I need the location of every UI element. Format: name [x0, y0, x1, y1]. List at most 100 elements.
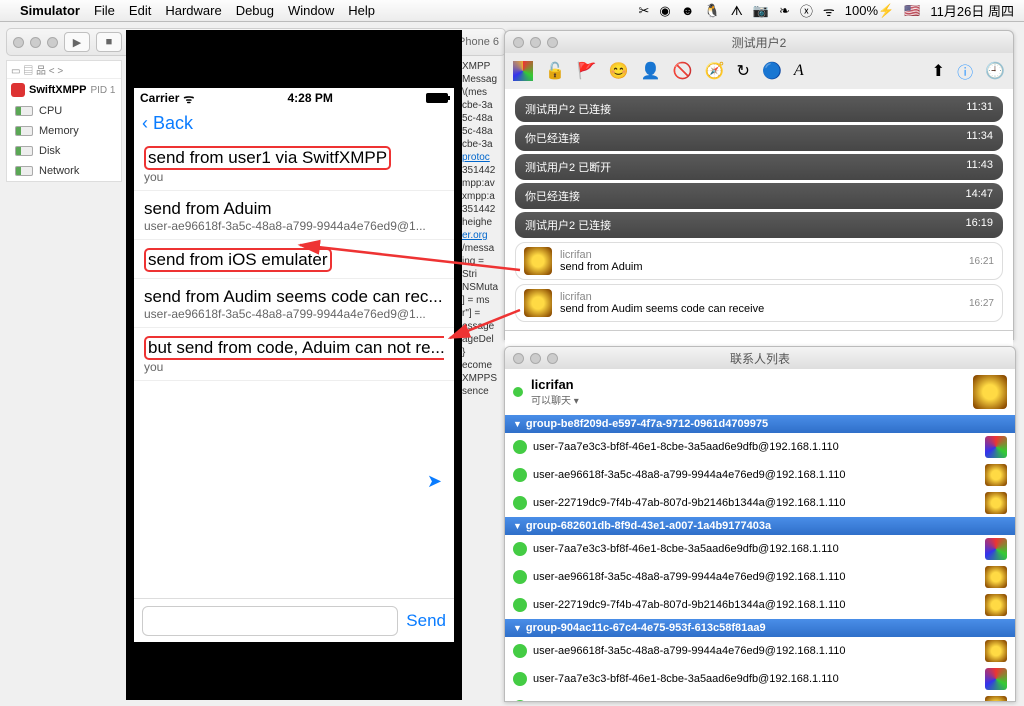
chat-bubble[interactable]: licrifansend from Audim seems code can r…	[515, 284, 1003, 322]
window-titlebar[interactable]: 联系人列表	[505, 347, 1015, 369]
camera-icon[interactable]: 📷	[753, 3, 769, 19]
status-row: 你已经连接11:34	[515, 125, 1003, 151]
qq-icon[interactable]: 🐧	[704, 3, 720, 19]
battery-icon	[426, 93, 448, 103]
avatar[interactable]	[973, 375, 1007, 409]
contact-row[interactable]: user-7aa7e3c3-bf8f-46e1-8cbe-3a5aad6e9df…	[505, 433, 1015, 461]
upload-icon[interactable]: ⬆	[932, 61, 945, 81]
group-header[interactable]: group-682601db-8f9d-43e1-a007-1a4b917740…	[505, 517, 1015, 535]
lock-icon[interactable]: 🔓	[545, 61, 565, 81]
circle-icon[interactable]: ⓧ	[800, 1, 813, 20]
avatar	[985, 640, 1007, 662]
color-icon[interactable]: 🔵	[762, 61, 782, 81]
status-row: 测试用户2 已连接16:19	[515, 212, 1003, 238]
group-header[interactable]: group-904ac11c-67c4-4e75-953f-613c58f81a…	[505, 619, 1015, 637]
flag-icon[interactable]: 🚩	[577, 61, 597, 81]
nav-memory[interactable]: Memory	[7, 121, 121, 141]
send-plane-icon[interactable]: ➤	[427, 471, 442, 492]
refresh-icon[interactable]: ↻	[737, 61, 750, 81]
message-input[interactable]	[142, 606, 398, 636]
menu-hardware[interactable]: Hardware	[165, 3, 221, 18]
status-row: 测试用户2 已连接11:31	[515, 96, 1003, 122]
user-icon[interactable]: 👤	[641, 61, 661, 81]
menu-debug[interactable]: Debug	[236, 3, 274, 18]
history-icon[interactable]: 🕘	[985, 61, 1005, 81]
evernote-icon[interactable]: ❧	[779, 3, 790, 19]
contact-row[interactable]: user-ae96618f-3a5c-48a8-a799-9944a4e76ed…	[505, 461, 1015, 489]
network-meter-icon	[15, 166, 33, 176]
traffic-lights[interactable]	[513, 37, 558, 48]
contact-row[interactable]: user-7aa7e3c3-bf8f-46e1-8cbe-3a5aad6e9df…	[505, 665, 1015, 693]
block-icon[interactable]: 🚫	[673, 61, 693, 81]
sim-screen: Carrier ᯤ 4:28 PM ‹ Back send from user1…	[134, 88, 454, 642]
chat-bubble-icon	[513, 440, 527, 454]
chat-bubble[interactable]: licrifansend from Aduim16:21	[515, 242, 1003, 280]
adium-duck-icon[interactable]	[513, 61, 533, 81]
chat-bubble-icon	[513, 598, 527, 612]
status-row: 你已经连接14:47	[515, 183, 1003, 209]
menu-edit[interactable]: Edit	[129, 3, 151, 18]
contact-header: licrifan 可以聊天 ▾	[505, 369, 1015, 415]
nav-network[interactable]: Network	[7, 161, 121, 181]
adium-toolbar: 🔓 🚩 😊 👤 🚫 🧭 ↻ 🔵 A ⬆ ⓘ 🕘	[505, 53, 1013, 89]
clock[interactable]: 11月26日 周四	[930, 1, 1014, 20]
nav-disk[interactable]: Disk	[7, 141, 121, 161]
contact-row[interactable]: user-22719dc9-7f4b-47ab-807d-9b2146b1344…	[505, 489, 1015, 517]
info-icon[interactable]: ⓘ	[957, 59, 973, 83]
carrier-label: Carrier	[140, 91, 179, 105]
safari-icon[interactable]: 🧭	[705, 61, 725, 81]
contact-row[interactable]: user-22719dc9-7f4b-47ab-807d-9b2146b1344…	[505, 693, 1015, 702]
webcam-icon[interactable]: ◉	[659, 3, 670, 19]
chat-bubble-icon	[513, 468, 527, 482]
wifi-icon[interactable]: ᯤ	[823, 2, 835, 20]
tab-fragment: iPhone 6	[456, 36, 499, 48]
traffic-lights[interactable]	[513, 353, 558, 364]
avatar	[524, 289, 552, 317]
disk-meter-icon	[15, 146, 33, 156]
message-item[interactable]: send from iOS emulater	[134, 240, 454, 279]
nav-app-title[interactable]: SwiftXMPP PID 1	[7, 79, 121, 101]
message-item[interactable]: send from Audim seems code can rec...use…	[134, 279, 454, 328]
up-icon[interactable]: ᗑ	[731, 3, 743, 19]
contact-row[interactable]: user-ae96618f-3a5c-48a8-a799-9944a4e76ed…	[505, 637, 1015, 665]
contact-row[interactable]: user-22719dc9-7f4b-47ab-807d-9b2146b1344…	[505, 591, 1015, 619]
window-titlebar[interactable]: 测试用户2	[505, 31, 1013, 53]
avatar	[985, 566, 1007, 588]
back-button[interactable]: ‹ Back	[142, 113, 193, 134]
flag-icon[interactable]: 🇺🇸	[904, 3, 920, 19]
chat-body[interactable]: 测试用户2 已连接11:31你已经连接11:34测试用户2 已断开11:43你已…	[505, 89, 1013, 330]
ios-time: 4:28 PM	[287, 91, 332, 105]
send-button[interactable]: Send	[406, 611, 446, 631]
message-item[interactable]: send from Aduimuser-ae96618f-3a5c-48a8-a…	[134, 191, 454, 240]
contact-row[interactable]: user-7aa7e3c3-bf8f-46e1-8cbe-3a5aad6e9df…	[505, 535, 1015, 563]
chat-bubble-icon	[513, 542, 527, 556]
run-button[interactable]: ▶	[64, 32, 90, 52]
contact-row[interactable]: user-ae96618f-3a5c-48a8-a799-9944a4e76ed…	[505, 563, 1015, 591]
stop-button[interactable]: ■	[96, 32, 122, 52]
avatar	[985, 696, 1007, 702]
menu-help[interactable]: Help	[348, 3, 375, 18]
my-status[interactable]: 可以聊天 ▾	[531, 392, 579, 407]
contact-list[interactable]: group-be8f209d-e597-4f7a-9712-0961d47099…	[505, 415, 1015, 702]
menu-app[interactable]: Simulator	[20, 3, 80, 18]
message-item[interactable]: but send from code, Aduim can not re...y…	[134, 328, 454, 381]
menu-window[interactable]: Window	[288, 3, 334, 18]
input-bar: Send	[134, 598, 454, 642]
nav-cpu[interactable]: CPU	[7, 101, 121, 121]
group-header[interactable]: group-be8f209d-e597-4f7a-9712-0961d47099…	[505, 415, 1015, 433]
message-list[interactable]: send from user1 via SwitfXMPPyousend fro…	[134, 138, 454, 598]
scissors-icon[interactable]: ✂	[638, 3, 649, 19]
mac-menubar: Simulator File Edit Hardware Debug Windo…	[0, 0, 1024, 22]
status-dot-icon	[513, 387, 523, 397]
window-title: 测试用户2	[732, 34, 787, 51]
menu-file[interactable]: File	[94, 3, 115, 18]
app-badge-icon	[11, 83, 25, 97]
font-icon[interactable]: A	[794, 62, 804, 80]
avatar	[985, 492, 1007, 514]
sync-icon[interactable]: ☻	[681, 3, 695, 18]
message-item[interactable]: send from user1 via SwitfXMPPyou	[134, 138, 454, 191]
nav-icon-row[interactable]: ▭ ▤ 品 < >	[7, 61, 121, 79]
smiley-icon[interactable]: 😊	[609, 61, 629, 81]
battery-status[interactable]: 100% ⚡	[845, 3, 894, 19]
ios-simulator: Carrier ᯤ 4:28 PM ‹ Back send from user1…	[126, 30, 462, 700]
